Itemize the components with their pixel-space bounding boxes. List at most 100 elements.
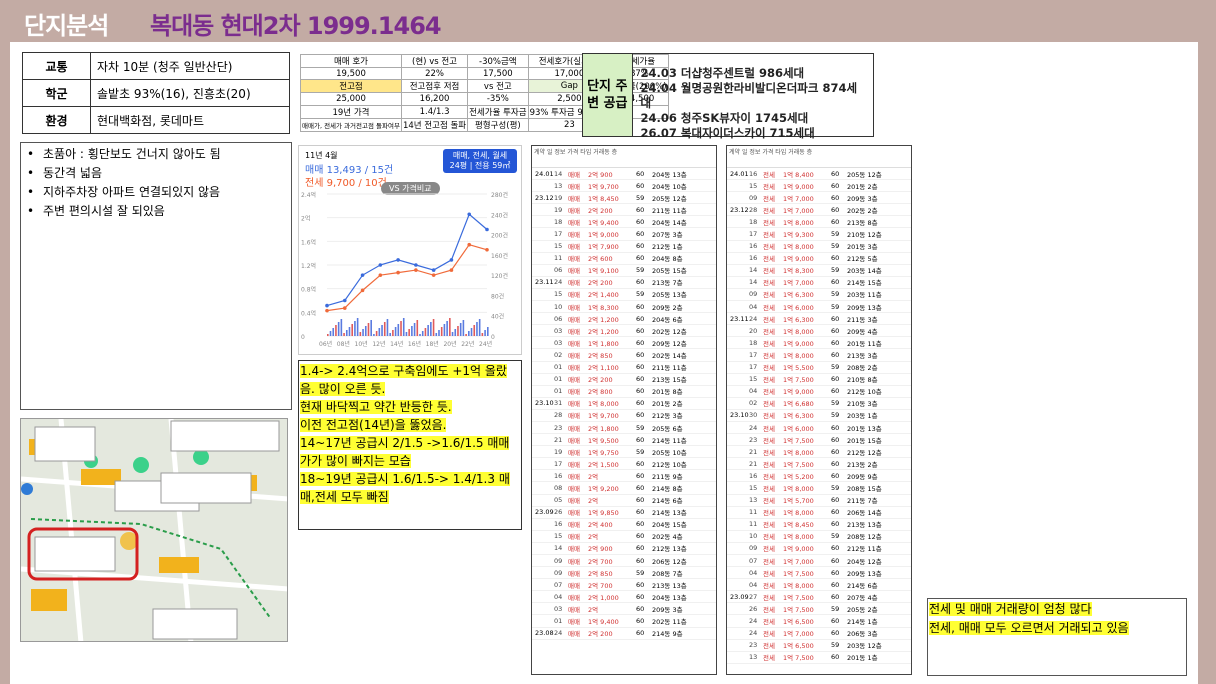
transaction-row[interactable]: 15 매매 2억 1,400 59 205동 13층 [532, 289, 716, 302]
transaction-row[interactable]: 23.12 28 전세 1억 7,000 60 202동 2층 [727, 204, 911, 217]
transaction-row[interactable]: 02 전세 1억 6,680 59 210동 3층 [727, 398, 911, 410]
transaction-row[interactable]: 02 매매 2억 850 60 202동 14층 [532, 349, 716, 362]
transaction-row[interactable]: 09 전세 1억 7,000 60 209동 3층 [727, 192, 911, 205]
transaction-row[interactable]: 20 전세 1억 8,000 60 209동 4층 [727, 325, 911, 338]
transaction-row[interactable]: 16 매매 2억 400 60 204동 15층 [532, 519, 716, 531]
transaction-row[interactable]: 23.09 26 매매 1억 9,850 60 214동 13층 [532, 507, 716, 519]
transaction-row[interactable]: 26 전세 1억 7,500 59 205동 2층 [727, 603, 911, 616]
transaction-row[interactable]: 14 전세 1억 7,000 60 214동 15층 [727, 277, 911, 289]
transaction-cell: 209동 3층 [847, 194, 878, 203]
transaction-row[interactable]: 24.01 14 매매 2억 900 60 204동 13층 [532, 168, 716, 181]
transaction-row[interactable]: 14 전세 1억 8,300 59 203동 14층 [727, 265, 911, 277]
transaction-row[interactable]: 19 매매 2억 200 60 211동 11층 [532, 204, 716, 217]
transaction-row[interactable]: 18 전세 1억 9,000 60 201동 11층 [727, 337, 911, 350]
transaction-row[interactable]: 28 매매 1억 9,700 60 212동 3층 [532, 410, 716, 422]
sale-transaction-list[interactable]: 계약 일 정보 가격 타입 거래동 층 24.01 14 매매 2억 900 60 204… [531, 145, 717, 675]
bottom-notes: 전세 및 매매 거래량이 엄청 많다 전세, 매매 모두 오르면서 거래되고 있… [927, 598, 1187, 676]
transaction-cell: 214동 11층 [652, 436, 687, 445]
transaction-row[interactable]: 18 매매 1억 9,400 60 204동 14층 [532, 216, 716, 229]
transaction-row[interactable]: 03 매매 2억 1,200 60 202동 12층 [532, 325, 716, 338]
transaction-cell: 1억 9,400 [588, 218, 619, 227]
transaction-row[interactable]: 04 전세 1억 6,000 59 209동 13층 [727, 301, 911, 314]
transaction-row[interactable]: 13 매매 1억 9,700 60 204동 10층 [532, 180, 716, 193]
transaction-cell: 전세 [763, 231, 775, 240]
transaction-cell: 60 [636, 399, 645, 408]
transaction-row[interactable]: 21 전세 1억 8,000 60 212동 12층 [727, 446, 911, 459]
y-tick-label: 0.4억 [301, 309, 316, 317]
transaction-row[interactable]: 23 전세 1억 7,500 60 201동 15층 [727, 434, 911, 447]
transaction-row[interactable]: 09 전세 1억 9,000 60 212동 11층 [727, 543, 911, 555]
transaction-row[interactable]: 01 매매 2억 200 60 213동 15층 [532, 374, 716, 386]
transaction-row[interactable]: 24 전세 1억 6,000 60 201동 13층 [727, 422, 911, 435]
transaction-row[interactable]: 11 전세 1억 8,450 60 213동 13층 [727, 519, 911, 531]
transaction-row[interactable]: 15 전세 1억 8,000 59 208동 15층 [727, 482, 911, 495]
jeonse-transaction-list[interactable]: 계약 일 정보 가격 타입 거래동 층 24.01 16 전세 1억 8,400 60 2… [726, 145, 912, 675]
transaction-row[interactable]: 09 매매 2억 700 60 206동 12층 [532, 555, 716, 568]
transaction-row[interactable]: 17 전세 1억 5,500 59 208동 2층 [727, 362, 911, 374]
transaction-row[interactable]: 11 전세 1억 8,000 60 206동 14층 [727, 507, 911, 519]
transaction-row[interactable]: 15 전세 1억 7,500 60 210동 8층 [727, 374, 911, 386]
school-map[interactable] [20, 418, 288, 642]
transaction-row[interactable]: 23.11 24 전세 1억 6,300 60 211동 3층 [727, 313, 911, 326]
transaction-row[interactable]: 08 매매 1억 9,200 60 214동 8층 [532, 482, 716, 495]
transaction-row[interactable]: 13 전세 1억 5,700 60 211동 7층 [727, 495, 911, 507]
transaction-row[interactable]: 23.08 24 매매 2억 200 60 214동 9층 [532, 628, 716, 640]
transaction-cell: 매매 [568, 472, 580, 481]
note-line: 현재 바닥찍고 약간 반등한 듯. [300, 400, 452, 414]
transaction-row[interactable]: 23.10 31 매매 1억 8,000 60 201동 2층 [532, 398, 716, 410]
transaction-row[interactable]: 23 매매 2억 1,800 59 205동 6층 [532, 422, 716, 435]
transaction-row[interactable]: 23.12 19 매매 1억 8,450 59 205동 12층 [532, 192, 716, 205]
volume-bar [392, 330, 394, 336]
transaction-row[interactable]: 23 전세 1억 6,500 59 203동 12층 [727, 640, 911, 652]
transaction-row[interactable]: 05 매매 2억 60 214동 6층 [532, 495, 716, 507]
volume-bar [378, 328, 381, 336]
transaction-row[interactable]: 16 전세 1억 9,000 60 212동 5층 [727, 253, 911, 265]
transaction-row[interactable]: 16 매매 2억 60 211동 9층 [532, 470, 716, 483]
transaction-row[interactable]: 09 매매 2억 850 59 208동 7층 [532, 567, 716, 580]
transaction-row[interactable]: 17 매매 2억 1,500 60 212동 10층 [532, 458, 716, 471]
transaction-row[interactable]: 13 전세 1억 7,500 60 201동 1층 [727, 652, 911, 664]
transaction-row[interactable]: 04 전세 1억 9,000 60 212동 10층 [727, 386, 911, 398]
transaction-cell: 60 [636, 544, 645, 553]
transaction-cell: 27 [749, 592, 758, 601]
transaction-row[interactable]: 24.01 16 전세 1억 8,400 60 205동 12층 [727, 168, 911, 181]
transaction-row[interactable]: 16 전세 1억 8,000 59 201동 3층 [727, 241, 911, 253]
transaction-row[interactable]: 14 매매 2억 900 60 212동 13층 [532, 543, 716, 555]
transaction-row[interactable]: 21 전세 1억 7,500 60 213동 2층 [727, 458, 911, 471]
transaction-row[interactable]: 15 매매 2억 60 202동 4층 [532, 531, 716, 543]
transaction-row[interactable]: 23.09 27 전세 1억 7,500 60 207동 4층 [727, 591, 911, 604]
transaction-row[interactable]: 07 전세 1억 7,000 60 204동 12층 [727, 555, 911, 568]
transaction-row[interactable]: 03 매매 1억 1,800 60 209동 12층 [532, 337, 716, 350]
transaction-row[interactable]: 10 전세 1억 8,000 59 208동 12층 [727, 531, 911, 543]
transaction-row[interactable]: 24 전세 1억 6,500 60 214동 1층 [727, 615, 911, 628]
transaction-row[interactable]: 19 매매 1억 9,750 59 205동 10층 [532, 446, 716, 459]
transaction-row[interactable]: 17 매매 1억 9,000 60 207동 3층 [532, 228, 716, 241]
transaction-row[interactable]: 07 매매 2억 700 60 213동 13층 [532, 579, 716, 592]
transaction-cell: 60 [636, 435, 645, 444]
transaction-row[interactable]: 04 전세 1억 7,500 60 209동 13층 [727, 567, 911, 580]
transaction-row[interactable]: 15 매매 1억 7,900 60 212동 1층 [532, 241, 716, 253]
transaction-row[interactable]: 09 전세 1억 6,300 59 203동 11층 [727, 289, 911, 302]
transaction-cell: 04 [749, 568, 758, 577]
transaction-row[interactable]: 04 전세 1억 8,000 60 214동 6층 [727, 579, 911, 592]
transaction-row[interactable]: 17 전세 1억 8,000 60 213동 3층 [727, 349, 911, 362]
transaction-row[interactable]: 01 매매 2억 800 60 201동 8층 [532, 386, 716, 398]
transaction-row[interactable]: 23.11 24 매매 2억 200 60 213동 7층 [532, 277, 716, 289]
transaction-row[interactable]: 18 전세 1억 8,000 60 213동 8층 [727, 216, 911, 229]
transaction-row[interactable]: 03 매매 2억 60 209동 3층 [532, 603, 716, 616]
transaction-cell: 214동 6층 [652, 497, 683, 506]
transaction-cell: 214동 1층 [847, 618, 878, 627]
transaction-row[interactable]: 16 전세 1억 5,200 60 209동 9층 [727, 470, 911, 483]
transaction-row[interactable]: 06 매매 1억 9,100 59 205동 15층 [532, 265, 716, 277]
transaction-row[interactable]: 21 매매 1억 9,500 60 214동 11층 [532, 434, 716, 447]
transaction-row[interactable]: 17 전세 1억 9,300 59 210동 12층 [727, 228, 911, 241]
transaction-row[interactable]: 15 전세 1억 9,000 60 201동 2층 [727, 180, 911, 193]
transaction-row[interactable]: 11 매매 2억 600 60 204동 8층 [532, 253, 716, 265]
transaction-row[interactable]: 04 매매 2억 1,000 60 204동 13층 [532, 591, 716, 604]
transaction-row[interactable]: 24 전세 1억 7,000 60 206동 3층 [727, 628, 911, 640]
transaction-row[interactable]: 06 매매 2억 1,200 60 204동 6층 [532, 313, 716, 326]
transaction-row[interactable]: 10 매매 1억 8,300 60 209동 2층 [532, 301, 716, 314]
transaction-row[interactable]: 01 매매 2억 1,100 60 211동 11층 [532, 362, 716, 374]
transaction-row[interactable]: 01 매매 1억 9,400 60 202동 11층 [532, 615, 716, 628]
transaction-row[interactable]: 23.10 30 전세 1억 6,300 59 203동 1층 [727, 410, 911, 422]
